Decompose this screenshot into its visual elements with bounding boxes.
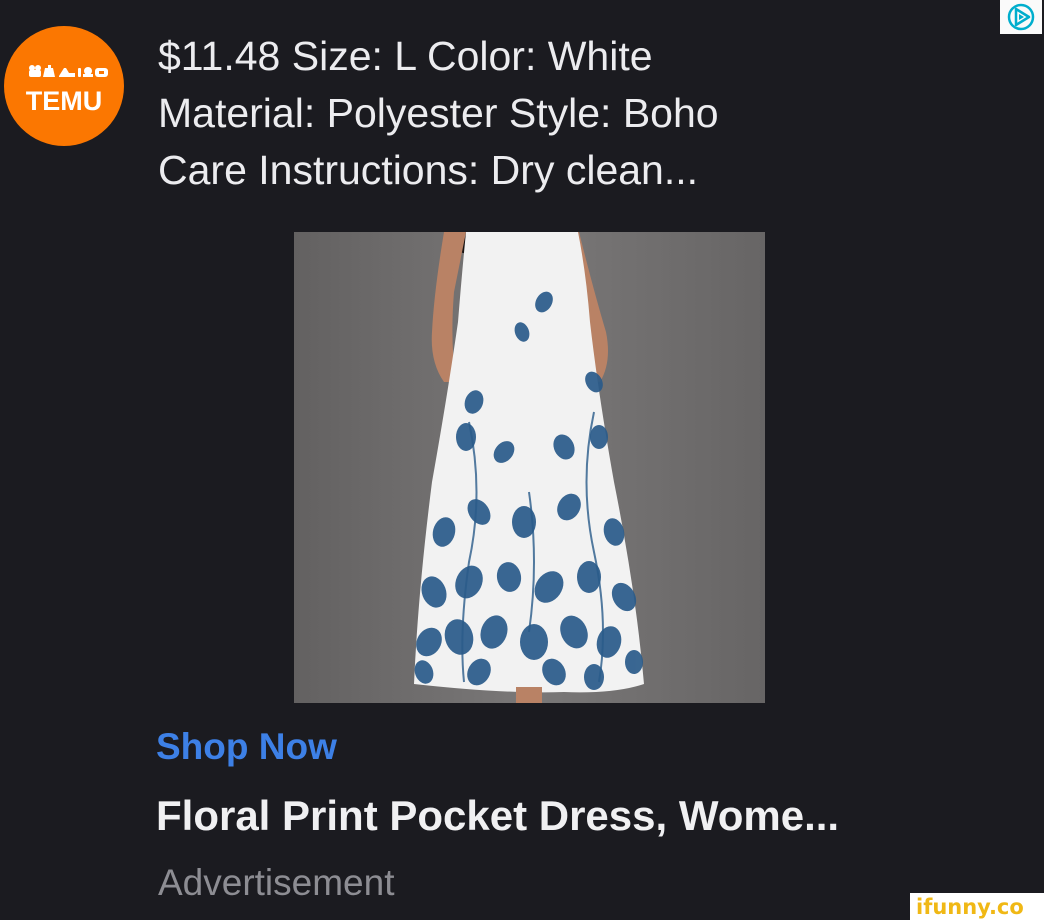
shop-now-link[interactable]: Shop Now [156, 726, 337, 768]
logo-wordmark: TEMU [25, 86, 103, 116]
ad-description[interactable]: $11.48 Size: L Color: White Material: Po… [158, 28, 978, 199]
ad-choices-icon [1007, 3, 1035, 31]
ifunny-watermark: ifunny.co [910, 893, 1044, 920]
ad-choices-button[interactable] [1000, 0, 1042, 34]
product-title[interactable]: Floral Print Pocket Dress, Wome... [156, 792, 839, 840]
description-line-material: Material: Polyester Style: Boho [158, 90, 719, 136]
product-image[interactable] [294, 232, 765, 703]
advertisement-label: Advertisement [158, 862, 395, 903]
dress-photo [294, 232, 765, 703]
description-line-price: $11.48 Size: L Color: White [158, 33, 653, 79]
description-line-care: Care Instructions: Dry clean... [158, 147, 699, 193]
watermark-text: ifunny.co [916, 894, 1024, 919]
temu-logo[interactable]: TEMU [4, 26, 124, 146]
